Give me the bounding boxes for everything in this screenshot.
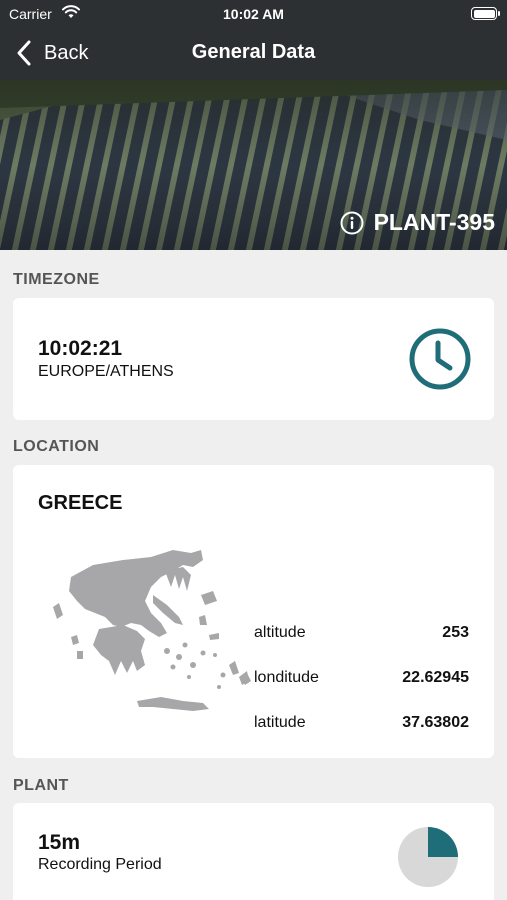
plant-id-badge[interactable]: PLANT-395 xyxy=(340,209,495,236)
clock-icon xyxy=(408,327,472,391)
location-section-label: LOCATION xyxy=(13,438,100,455)
pie-slice xyxy=(428,827,458,857)
latitude-value: 37.63802 xyxy=(402,714,469,731)
altitude-value: 253 xyxy=(442,624,469,641)
plant-card: 15m Recording Period xyxy=(13,803,494,900)
location-card: GREECE altitude 253 londitude 22.62945 l… xyxy=(13,465,494,758)
country-map-image xyxy=(33,505,258,720)
recording-period-pie-chart xyxy=(398,827,458,887)
info-icon[interactable] xyxy=(340,211,364,235)
status-time: 10:02 AM xyxy=(223,6,284,22)
recording-period-label: Recording Period xyxy=(38,856,162,873)
status-bar: Carrier 10:02 AM xyxy=(0,0,507,30)
timezone-section-label: TIMEZONE xyxy=(13,271,100,288)
battery-icon xyxy=(471,7,500,20)
longitude-label: londitude xyxy=(254,669,319,686)
plant-id-label: PLANT-395 xyxy=(373,209,495,235)
timezone-zone: EUROPE/ATHENS xyxy=(38,363,174,380)
nav-bar: Back General Data xyxy=(0,30,507,78)
timezone-card: 10:02:21 EUROPE/ATHENS xyxy=(13,298,494,420)
hero-image: PLANT-395 xyxy=(0,80,507,250)
plant-section-label: PLANT xyxy=(13,777,69,794)
longitude-value: 22.62945 xyxy=(402,669,469,686)
altitude-label: altitude xyxy=(254,624,306,641)
timezone-time: 10:02:21 xyxy=(38,337,123,360)
top-bar: Carrier 10:02 AM Back General Data xyxy=(0,0,507,80)
latitude-label: latitude xyxy=(254,714,306,731)
page-title: General Data xyxy=(191,41,316,63)
recording-period-value: 15m xyxy=(38,831,81,854)
